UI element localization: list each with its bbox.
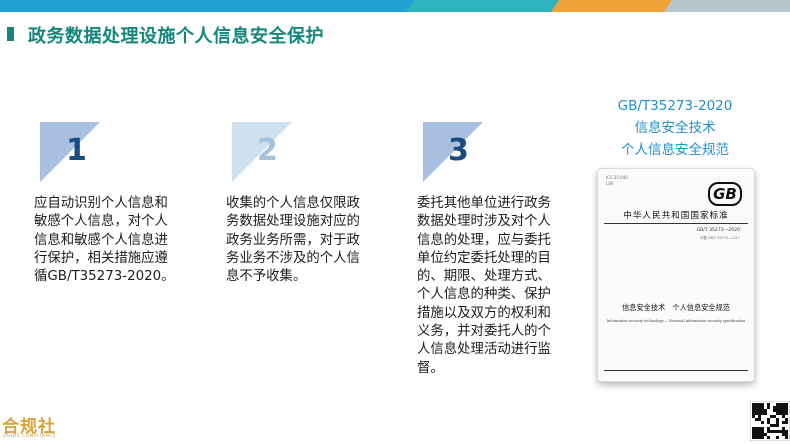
step-3-line: 单位约定委托处理的目 xyxy=(417,250,551,266)
standard-heading: GB/T35273-2020 信息安全技术 个人信息安全规范 xyxy=(600,95,750,161)
qr-module xyxy=(764,412,767,415)
cover-ics-code: ICS 35.040 xyxy=(606,175,628,180)
step-2-line: 息不予收集。 xyxy=(226,269,307,285)
step-3-number: 3 xyxy=(448,133,469,168)
standard-code: GB/T35273-2020 xyxy=(617,98,733,114)
qr-code-icon xyxy=(750,401,790,441)
cover-class-code: L80 xyxy=(606,181,614,186)
accent-segment-gray xyxy=(663,0,790,12)
step-2-number: 2 xyxy=(257,133,278,168)
standard-category: 信息安全技术 xyxy=(634,120,716,136)
qr-module xyxy=(767,436,770,439)
step-3-line: 数据处理时涉及对个人 xyxy=(417,214,551,230)
step-3-line: 人信息处理活动进行监 xyxy=(417,342,551,358)
qr-module xyxy=(761,421,764,424)
standard-document-cover: ICS 35.040 L80 GB 中华人民共和国国家标准 GB/T 35273… xyxy=(597,168,755,382)
cover-country-label: 中华人民共和国国家标准 xyxy=(623,211,729,221)
step-2-description: 收集的个人信息仅限政 务数据处理设施对应的 政务业务所需，对于政 务业务不涉及的… xyxy=(226,195,360,286)
step-3-line: 义务，并对委托人的个 xyxy=(417,324,551,340)
title-marker xyxy=(7,27,14,41)
top-accent-bar xyxy=(0,0,790,12)
step-3-line: 信息的处理，应与委托 xyxy=(417,232,551,248)
accent-segment-orange xyxy=(550,0,680,12)
cover-english-title: Information security technology — Person… xyxy=(606,319,746,323)
step-1-description: 应自动识别个人信息和 敏感个人信息，对个人 信息和敏感个人信息进 行保护，相关措… xyxy=(34,195,175,286)
brand-subtitle: GUIDE COMPLIANCE xyxy=(3,434,57,439)
step-3-line: 督。 xyxy=(417,360,444,376)
step-1-line: 敏感个人信息，对个人 xyxy=(34,214,168,230)
cover-document-code: GB/T 35273—2020 xyxy=(696,228,740,233)
step-3-line: 措施以及双方的权利和 xyxy=(417,305,551,321)
cover-bottom-divider xyxy=(604,370,748,371)
step-1-number: 1 xyxy=(66,133,87,168)
qr-module xyxy=(785,421,788,424)
qr-module xyxy=(776,424,779,427)
step-1-line: 循GB/T35273-2020。 xyxy=(34,269,175,285)
accent-segment-teal xyxy=(405,0,565,12)
step-3-line: 委托其他单位进行政务 xyxy=(417,196,551,211)
qr-module xyxy=(785,412,788,415)
accent-segment-blue xyxy=(0,0,430,12)
step-2-line: 务数据处理设施对应的 xyxy=(226,214,360,230)
gb-logo: GB xyxy=(708,182,742,206)
step-3-line: 个人信息的种类、保护 xyxy=(417,287,551,303)
step-2-line: 务业务不涉及的个人信 xyxy=(226,250,360,266)
step-1-line: 信息和敏感个人信息进 xyxy=(34,232,168,248)
cover-replaces-note: 代替 GB/T 35273—2017 xyxy=(700,236,740,240)
step-2-line: 政务业务所需，对于政 xyxy=(226,232,360,248)
step-2-line: 收集的个人信息仅限政 xyxy=(226,196,360,211)
step-3-description: 委托其他单位进行政务 数据处理时涉及对个人 信息的处理，应与委托 单位约定委托处… xyxy=(417,195,551,378)
step-1-line: 行保护，相关措施应遵 xyxy=(34,250,168,266)
qr-module xyxy=(767,406,770,409)
cover-chinese-title: 信息安全技术 个人信息安全规范 xyxy=(622,303,730,312)
qr-module xyxy=(785,436,788,439)
qr-module xyxy=(761,436,764,439)
page-title: 政务数据处理设施个人信息安全保护 xyxy=(28,26,324,47)
step-3-line: 的、期限、处理方式、 xyxy=(417,269,551,285)
qr-module xyxy=(776,436,779,439)
standard-name: 个人信息安全规范 xyxy=(621,142,729,158)
step-1-line: 应自动识别个人信息和 xyxy=(34,196,168,211)
cover-divider xyxy=(604,223,748,224)
